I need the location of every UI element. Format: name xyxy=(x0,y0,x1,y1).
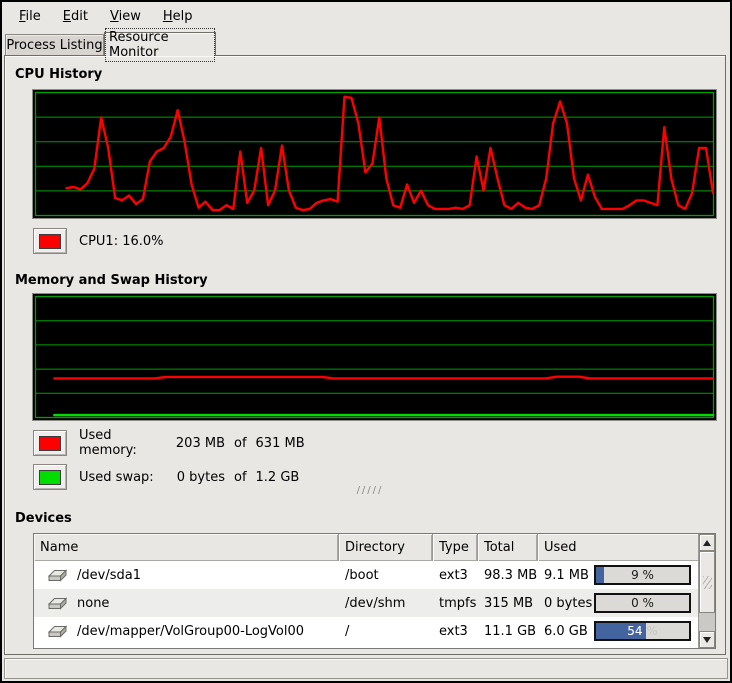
device-name: /dev/sda1 xyxy=(77,568,141,583)
swap-used-value: 0 bytes xyxy=(167,470,225,485)
device-used-cell: 0 bytes0 %0 % xyxy=(538,593,700,613)
device-type: ext3 xyxy=(433,624,478,639)
memory-swap-graph xyxy=(33,294,716,420)
devices-table-header: Name Directory Type Total Used xyxy=(34,534,700,561)
device-total: 11.1 GB xyxy=(478,624,538,639)
usage-progressbar: 0 %0 % xyxy=(594,593,691,613)
usage-percent-clip: 9 % xyxy=(596,567,604,583)
cpu-history-title: CPU History xyxy=(15,67,102,82)
swap-total-value: 1.2 GB xyxy=(256,470,300,485)
swap-legend: Used swap: 0 bytes of 1.2 GB xyxy=(33,464,299,490)
device-name: none xyxy=(77,596,109,611)
cpu-legend-label: CPU1: 16.0% xyxy=(79,234,164,249)
device-used: 9.1 MB xyxy=(544,568,589,583)
scrollbar-down-button[interactable] xyxy=(699,631,715,648)
tab-resource-monitor[interactable]: Resource Monitor xyxy=(104,32,216,56)
device-directory: / xyxy=(339,624,433,639)
devices-table-body: /dev/sda1/bootext398.3 MB9.1 MB9 %9 %non… xyxy=(34,561,700,645)
devices-table: Name Directory Type Total Used /dev/sda1… xyxy=(33,533,716,649)
memory-of-label: of xyxy=(234,436,247,451)
device-type: ext3 xyxy=(433,568,478,583)
device-name-cell: /dev/sda1 xyxy=(34,568,339,583)
menu-file[interactable]: File xyxy=(8,5,52,28)
device-used: 0 bytes xyxy=(544,596,592,611)
usage-percent-clip: 54 % xyxy=(596,623,646,639)
memory-legend-label: Used memory: xyxy=(79,428,167,458)
device-used: 6.0 GB xyxy=(544,624,588,639)
usage-percent-label: 0 % xyxy=(596,595,689,611)
system-monitor-window: File Edit View Help Process Listing Reso… xyxy=(0,0,732,683)
scrollbar-thumb[interactable] xyxy=(699,551,715,613)
resource-monitor-page: CPU History CPU1: 16.0% Memory and Swap … xyxy=(4,55,726,655)
column-header-type[interactable]: Type xyxy=(433,534,478,561)
hard-disk-icon xyxy=(47,624,68,639)
device-name-cell: none xyxy=(34,596,339,611)
cpu-history-graph xyxy=(33,90,716,218)
menu-view[interactable]: View xyxy=(99,5,152,28)
pane-resize-grip[interactable]: ///// xyxy=(335,486,405,496)
swap-legend-label: Used swap: xyxy=(79,470,167,485)
device-total: 98.3 MB xyxy=(478,568,538,583)
statusbar xyxy=(4,658,728,679)
cpu-legend: CPU1: 16.0% xyxy=(33,228,164,254)
device-name-cell: /dev/mapper/VolGroup00-LogVol00 xyxy=(34,624,339,639)
devices-title: Devices xyxy=(15,511,72,526)
scrollbar-up-button[interactable] xyxy=(699,534,715,551)
memory-total-value: 631 MB xyxy=(256,436,305,451)
device-directory: /boot xyxy=(339,568,433,583)
usage-progressbar: 54 %54 % xyxy=(594,621,691,641)
usage-percent-label: 9 % xyxy=(596,567,689,583)
scrollbar-grip-icon xyxy=(703,576,712,589)
column-header-name[interactable]: Name xyxy=(34,534,339,561)
device-name: /dev/mapper/VolGroup00-LogVol00 xyxy=(77,624,304,639)
usage-percent-label-inverse: 54 % xyxy=(596,623,646,639)
menubar: File Edit View Help xyxy=(2,2,730,30)
devices-scrollbar[interactable] xyxy=(698,534,715,648)
usage-progressbar: 9 %9 % xyxy=(594,565,691,585)
swap-of-label: of xyxy=(234,470,247,485)
hard-disk-icon xyxy=(47,596,68,611)
tab-resource-monitor-label: Resource Monitor xyxy=(105,28,215,62)
column-header-directory[interactable]: Directory xyxy=(339,534,433,561)
memory-color-swatch-button[interactable] xyxy=(33,430,67,456)
menu-edit[interactable]: Edit xyxy=(52,5,99,28)
arrow-up-icon xyxy=(703,540,711,546)
table-row[interactable]: /dev/mapper/VolGroup00-LogVol00 /ext311.1… xyxy=(34,617,700,645)
device-type: tmpfs xyxy=(433,596,478,611)
table-row[interactable]: none/dev/shmtmpfs315 MB0 bytes0 %0 % xyxy=(34,589,700,617)
memory-used-value: 203 MB xyxy=(167,436,225,451)
device-total: 315 MB xyxy=(478,596,538,611)
swap-color-swatch-button[interactable] xyxy=(33,464,67,490)
cpu-color-swatch-button[interactable] xyxy=(33,228,67,254)
column-header-total[interactable]: Total xyxy=(478,534,538,561)
device-used-cell: 6.0 GB 54 %54 % xyxy=(538,621,700,641)
device-directory: /dev/shm xyxy=(339,596,433,611)
menu-help[interactable]: Help xyxy=(152,5,204,28)
cpu-color-swatch xyxy=(39,234,61,249)
hard-disk-icon xyxy=(47,568,68,583)
tabbar: Process Listing Resource Monitor xyxy=(2,30,730,55)
memory-legend: Used memory: 203 MB of 631 MB xyxy=(33,430,305,456)
arrow-down-icon xyxy=(703,637,711,643)
memory-color-swatch xyxy=(39,436,61,451)
tab-process-listing[interactable]: Process Listing xyxy=(5,34,104,55)
swap-color-swatch xyxy=(39,470,61,485)
device-used-cell: 9.1 MB 9 %9 % xyxy=(538,565,700,585)
memory-swap-title: Memory and Swap History xyxy=(15,273,208,288)
tab-process-listing-label: Process Listing xyxy=(6,38,102,53)
table-row[interactable]: /dev/sda1/bootext398.3 MB 9.1 MB 9 %9 % xyxy=(34,561,700,589)
column-header-used[interactable]: Used xyxy=(538,534,700,561)
usage-percent-label-inverse: 9 % xyxy=(596,567,604,583)
